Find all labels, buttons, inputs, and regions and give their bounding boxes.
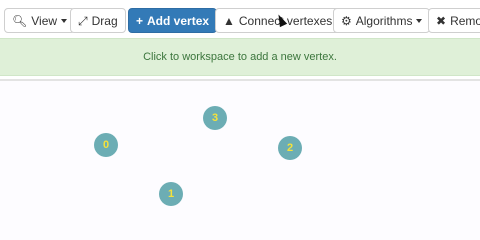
- add-vertex-button[interactable]: + Add vertex: [128, 8, 218, 33]
- algorithms-button[interactable]: ⚙ Algorithms: [333, 8, 431, 33]
- remove-button-label: Remo: [450, 13, 480, 28]
- connect-vertexes-button-label: Connect vertexes: [238, 13, 333, 28]
- vertex-label: 2: [286, 142, 294, 154]
- drag-button-label: Drag: [91, 13, 118, 28]
- info-alert: Click to workspace to add a new vertex.: [0, 38, 480, 76]
- zoom-icon: 🔍︎: [12, 13, 28, 28]
- connect-vertexes-button[interactable]: ▲ Connect vertexes: [215, 8, 341, 33]
- graph-workspace[interactable]: 0 1 2 3: [0, 81, 480, 240]
- vertex-2[interactable]: 2: [278, 136, 302, 160]
- add-vertex-button-label: Add vertex: [147, 13, 210, 28]
- toolbar: 🔍︎ View ⤢ Drag + Add vertex ▲ Connect ve…: [0, 0, 480, 38]
- vertex-0[interactable]: 0: [94, 133, 118, 157]
- vertex-label: 1: [167, 188, 175, 200]
- vertex-1[interactable]: 1: [159, 182, 183, 206]
- x-icon: ✖: [436, 13, 447, 28]
- info-message: Click to workspace to add a new vertex.: [143, 51, 337, 63]
- vertex-label: 3: [211, 112, 219, 124]
- algorithms-button-label: Algorithms: [355, 13, 413, 28]
- remove-button[interactable]: ✖ Remo: [428, 8, 480, 33]
- vertex-label: 0: [102, 139, 110, 151]
- caret-down-icon: [416, 18, 423, 23]
- gear-icon: ⚙: [341, 13, 352, 28]
- caret-down-icon: [61, 18, 68, 23]
- vertex-3[interactable]: 3: [203, 106, 227, 130]
- plus-icon: +: [136, 13, 144, 28]
- move-arrows-icon: ⤢: [78, 13, 88, 28]
- road-icon: ▲: [223, 13, 235, 28]
- drag-button[interactable]: ⤢ Drag: [70, 8, 126, 33]
- view-button[interactable]: 🔍︎ View: [4, 8, 76, 33]
- view-button-label: View: [31, 13, 58, 28]
